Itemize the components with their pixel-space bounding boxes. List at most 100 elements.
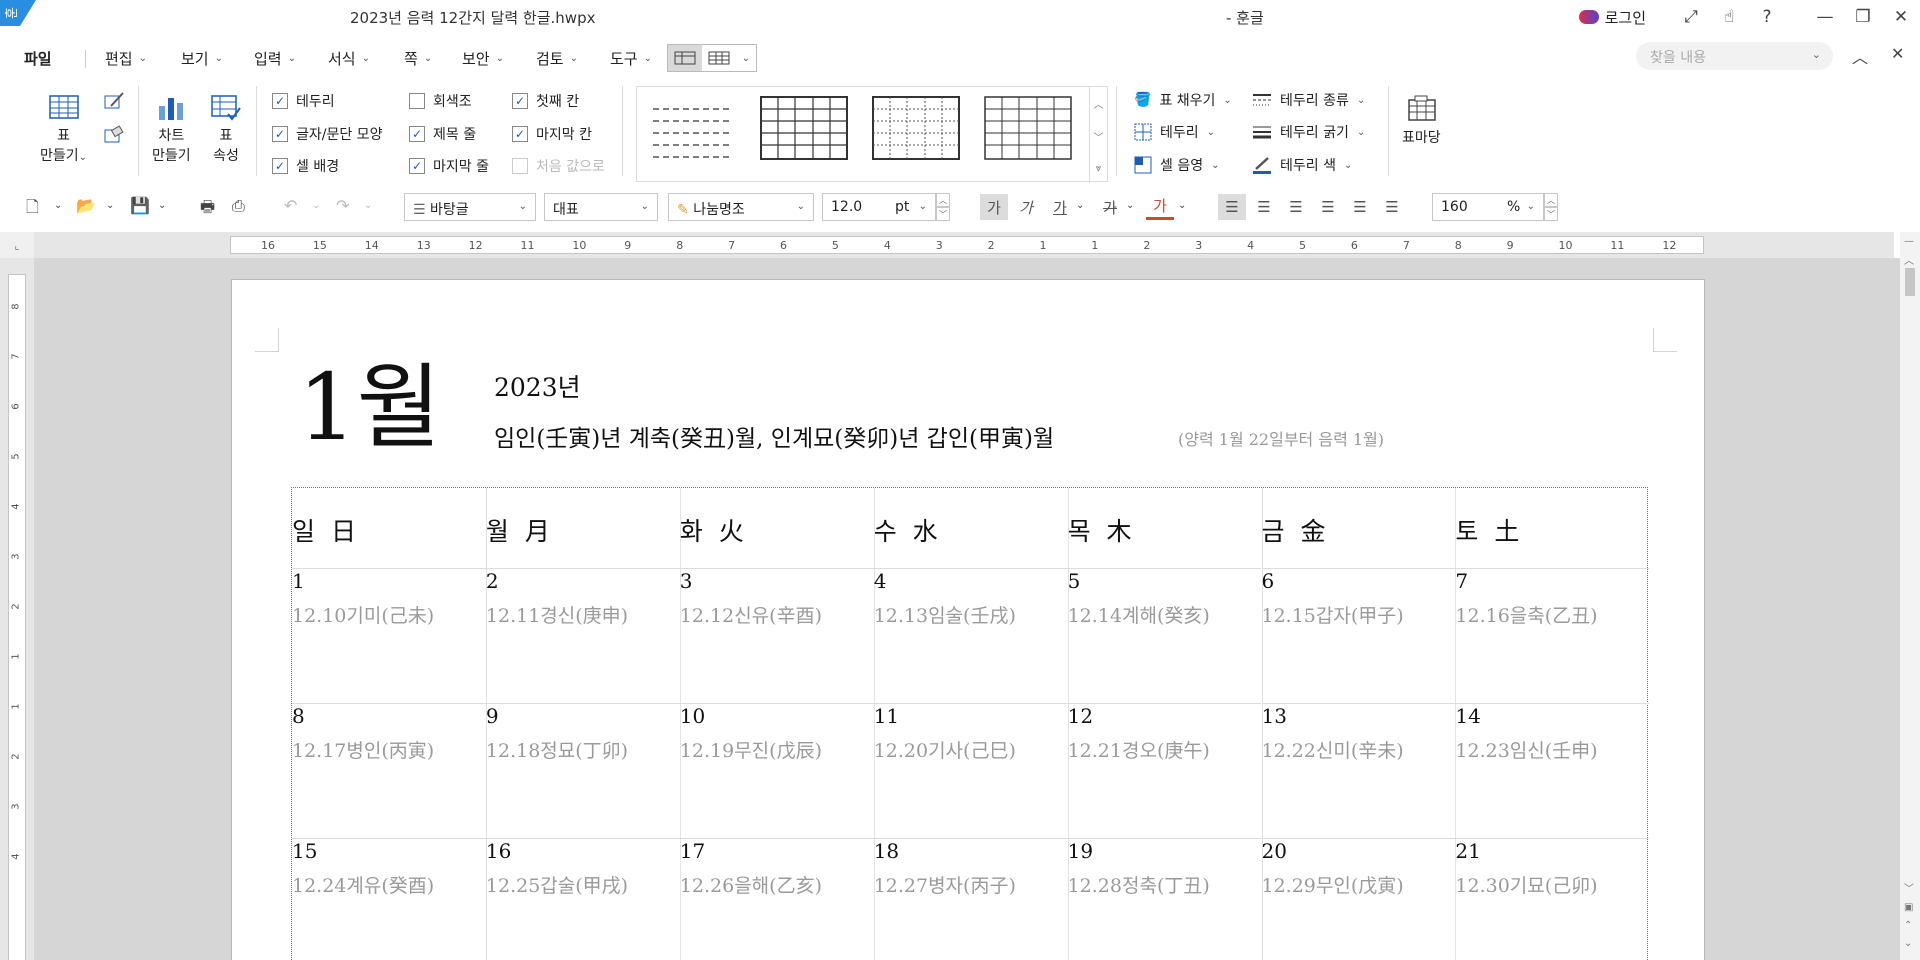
restore-icon[interactable]: ❐ [1844, 0, 1882, 34]
font-size-input[interactable]: 12.0 pt ⌄ [822, 193, 936, 221]
prev-page-icon[interactable]: ⌃ [1904, 920, 1912, 931]
menu-edit[interactable]: 편집 ⌄ [105, 48, 147, 69]
touch-mode-icon[interactable]: ☝ [1710, 0, 1748, 34]
menu-file[interactable]: 파일 [24, 48, 52, 69]
weekday-header[interactable]: 수 水 [874, 488, 1068, 568]
calendar-day-cell[interactable]: 15 12.24계유(癸酉) [292, 838, 486, 960]
minimize-icon[interactable]: — [1806, 0, 1844, 34]
spin-down-icon[interactable]: ﹀ [1544, 207, 1558, 221]
find-input[interactable]: 찾을 내용 ⌄ [1636, 42, 1833, 70]
paragraph-style-select[interactable]: ☰ 바탕글 ⌄ [404, 193, 536, 221]
open-dropdown-chevron[interactable]: ⌄ [106, 200, 114, 211]
table-yard-button[interactable]: 표마당 [1402, 94, 1441, 148]
view-toggle-dropdown[interactable]: ⌄ [736, 45, 756, 71]
weekday-header[interactable]: 토 土 [1455, 488, 1649, 568]
cell-shade-button[interactable]: 셀 음영 ⌄ [1134, 155, 1219, 175]
calendar-day-cell[interactable]: 3 12.12신유(辛酉) [679, 568, 874, 703]
vertical-ruler[interactable]: 8 7 6 5 4 3 2 1 1 2 3 4 [0, 258, 34, 960]
table-style-grid-bold[interactable] [759, 95, 849, 163]
table-design-view-button[interactable] [668, 45, 702, 71]
draw-table-button[interactable] [103, 90, 125, 116]
border-type-button[interactable]: 테두리 종류 ⌄ [1252, 90, 1365, 110]
weekday-header[interactable]: 목 木 [1068, 488, 1262, 568]
align-center-button[interactable]: ☰ [1282, 194, 1310, 220]
font-color-button[interactable]: 가 [1146, 194, 1174, 220]
calendar-day-cell[interactable]: 18 12.27병자(丙子) [873, 838, 1068, 960]
spin-up-icon[interactable]: ︿ [936, 193, 950, 207]
document-page[interactable]: 1월 2023년 임인(壬寅)년 계축(癸丑)월, 인계묘(癸卯)년 갑인(甲寅… [231, 279, 1705, 960]
zoom-input[interactable]: 160 % ⌄ [1432, 193, 1544, 221]
calendar-day-cell[interactable]: 11 12.20기사(己巳) [873, 703, 1068, 838]
table-style-grid-light[interactable] [983, 95, 1073, 163]
horizontal-ruler[interactable]: 16 15 14 13 12 11 10 9 8 7 6 5 4 3 2 1 1 2 3 4 5 6 7 8 9 10 11 12 [34, 232, 1894, 258]
align-right-button[interactable]: ☰ [1314, 194, 1342, 220]
check-first-column[interactable]: ✓ 첫째 칸 [512, 91, 579, 111]
print-preview-icon[interactable]: ⎙ [232, 196, 245, 216]
login-button[interactable]: 로그인 [1578, 7, 1646, 28]
gallery-more-icon[interactable]: ⩔ [1096, 163, 1102, 174]
underline-dropdown-chevron[interactable]: ⌄ [1076, 200, 1084, 211]
scroll-thumb[interactable] [1905, 268, 1915, 296]
calendar-day-cell[interactable]: 14 12.23임신(壬申) [1455, 703, 1650, 838]
make-chart-button[interactable]: 차트 만들기 [152, 92, 191, 166]
redo-dropdown-chevron[interactable]: ⌄ [364, 200, 372, 211]
scroll-menu-icon[interactable]: — [1904, 236, 1914, 247]
menu-review[interactable]: 검토 ⌄ [536, 48, 578, 69]
border-button[interactable]: 테두리 ⌄ [1134, 122, 1215, 142]
calendar-day-cell[interactable]: 20 12.29무인(戊寅) [1261, 838, 1456, 960]
menu-tools[interactable]: 도구 ⌄ [610, 48, 652, 69]
calendar-day-cell[interactable]: 12 12.21경오(庚午) [1067, 703, 1262, 838]
make-table-button[interactable]: 표 만들기⌄ [40, 92, 87, 168]
strikethrough-button[interactable]: 가 [1096, 194, 1124, 220]
calendar-table[interactable]: 일 日월 月화 火수 水목 木금 金토 土 1 12.10기미(己未) 2 12.11경… [291, 487, 1650, 960]
ruler-corner-tab-icon[interactable]: ⌞ [0, 232, 34, 258]
close-document-icon[interactable]: ✕ [1891, 44, 1904, 63]
calendar-day-cell[interactable]: 9 12.18정묘(丁卯) [485, 703, 680, 838]
menu-view[interactable]: 보기 ⌄ [181, 48, 223, 69]
gallery-down-icon[interactable]: ﹀ [1094, 129, 1104, 144]
menu-security[interactable]: 보안 ⌄ [462, 48, 504, 69]
table-fill-button[interactable]: 🪣 표 채우기 ⌄ [1134, 90, 1232, 110]
menu-insert[interactable]: 입력 ⌄ [254, 48, 296, 69]
hangul-app-icon[interactable]: 훈 [0, 0, 36, 26]
align-divide-button[interactable]: ☰ [1378, 194, 1406, 220]
zoom-spinner[interactable]: ︿ ﹀ [1544, 193, 1558, 221]
table-style-grid-dotted[interactable] [871, 95, 961, 163]
align-left-button[interactable]: ☰ [1250, 194, 1278, 220]
spin-up-icon[interactable]: ︿ [1544, 193, 1558, 207]
table-style-dashed[interactable] [647, 95, 737, 163]
next-page-icon[interactable]: ⌄ [1904, 938, 1912, 949]
font-size-spinner[interactable]: ︿ ﹀ [936, 193, 950, 221]
calendar-day-cell[interactable]: 21 12.30기묘(己卯) [1455, 838, 1650, 960]
menu-format[interactable]: 서식 ⌄ [328, 48, 370, 69]
help-icon[interactable]: ? [1748, 0, 1786, 34]
check-border[interactable]: ✓ 테두리 [272, 91, 335, 111]
expand-icon[interactable]: ⤢ [1672, 0, 1710, 34]
erase-table-button[interactable] [103, 124, 125, 150]
font-select[interactable]: ✎ 나눔명조 ⌄ [668, 193, 814, 221]
calendar-day-cell[interactable]: 4 12.13임술(壬戌) [873, 568, 1068, 703]
font-color-dropdown-chevron[interactable]: ⌄ [1178, 200, 1186, 211]
calendar-day-cell[interactable]: 8 12.17병인(丙寅) [292, 703, 486, 838]
check-cell-background[interactable]: ✓ 셀 배경 [272, 156, 339, 176]
check-last-column[interactable]: ✓ 마지막 칸 [512, 124, 592, 144]
save-dropdown-chevron[interactable]: ⌄ [158, 200, 166, 211]
page-view-icon[interactable]: ▣ [1904, 902, 1913, 913]
scroll-up-icon[interactable]: ︿ [1904, 252, 1914, 267]
menu-page[interactable]: 쪽 ⌄ [404, 48, 432, 69]
new-document-icon[interactable]: 🗋 [26, 196, 39, 223]
check-title-row[interactable]: ✓ 제목 줄 [409, 124, 476, 144]
underline-button[interactable]: 가 [1046, 194, 1074, 220]
calendar-day-cell[interactable]: 7 12.16을축(乙丑) [1455, 568, 1650, 703]
print-icon[interactable]: 🖶 [200, 196, 215, 223]
calendar-day-cell[interactable]: 6 12.15갑자(甲子) [1261, 568, 1456, 703]
new-dropdown-chevron[interactable]: ⌄ [54, 200, 62, 211]
calendar-day-cell[interactable]: 2 12.11경신(庚申) [485, 568, 680, 703]
calendar-day-cell[interactable]: 16 12.25갑술(甲戌) [485, 838, 680, 960]
weekday-header[interactable]: 금 金 [1262, 488, 1456, 568]
check-char-para-shape[interactable]: ✓ 글자/문단 모양 [272, 124, 382, 144]
calendar-day-cell[interactable]: 17 12.26을해(乙亥) [679, 838, 874, 960]
save-icon[interactable]: 💾 [130, 196, 150, 215]
bold-button[interactable]: 가 [980, 194, 1008, 220]
close-icon[interactable]: ✕ [1882, 0, 1920, 34]
